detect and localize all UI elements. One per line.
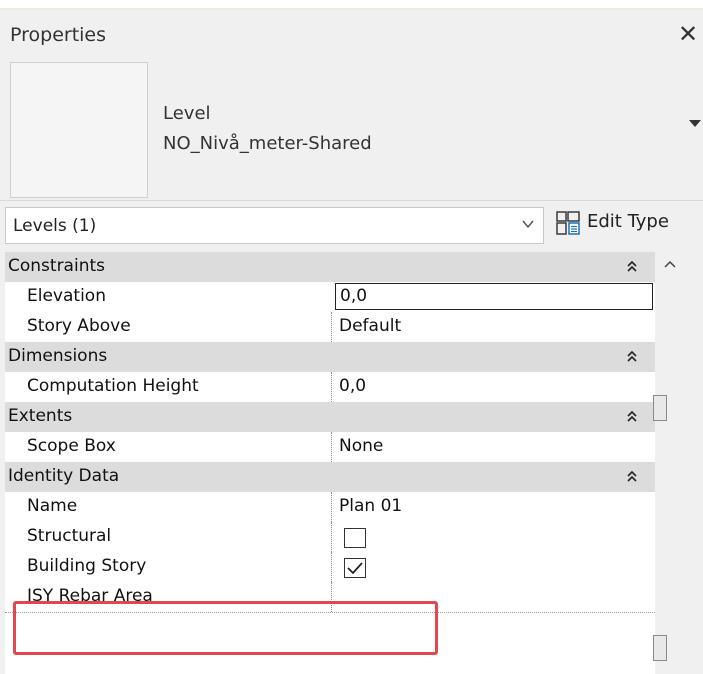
highlight-annotation-box — [13, 601, 438, 655]
column-divider — [331, 492, 332, 522]
collapse-group-icon[interactable] — [625, 468, 639, 486]
property-row-structural[interactable]: Structural — [5, 522, 655, 553]
structural-checkbox[interactable] — [344, 528, 366, 548]
edit-type-label: Edit Type — [587, 211, 669, 232]
property-row-scope-box[interactable]: Scope Box None — [5, 432, 655, 463]
scroll-thumb-lower[interactable] — [653, 635, 667, 661]
collapse-group-icon[interactable] — [625, 408, 639, 426]
dropdown-arrow-icon[interactable] — [689, 120, 701, 127]
building-story-checkbox[interactable] — [344, 558, 366, 578]
palette-title: Properties — [10, 24, 107, 46]
property-row-building-story[interactable]: Building Story — [5, 552, 655, 583]
property-value[interactable]: Default — [339, 316, 401, 336]
property-name: Scope Box — [27, 436, 116, 456]
elevation-input[interactable]: 0,0 — [335, 283, 653, 310]
vertical-scrollbar[interactable] — [655, 252, 685, 674]
property-row-story-above[interactable]: Story Above Default — [5, 312, 655, 343]
scroll-up-icon[interactable] — [663, 258, 677, 272]
group-label: Identity Data — [8, 466, 120, 486]
property-value[interactable]: 0,0 — [339, 376, 366, 396]
column-divider — [331, 312, 332, 342]
type-preview-image — [10, 62, 148, 198]
instance-filter-dropdown[interactable]: Levels (1) — [5, 207, 544, 244]
group-header-extents[interactable]: Extents — [5, 402, 655, 432]
group-header-constraints[interactable]: Constraints — [5, 252, 655, 282]
property-value[interactable]: Plan 01 — [339, 496, 402, 516]
chevron-down-icon — [522, 220, 534, 229]
scroll-thumb[interactable] — [653, 395, 667, 421]
group-label: Constraints — [8, 256, 105, 276]
palette-titlebar: Properties ✕ — [0, 10, 703, 60]
collapse-group-icon[interactable] — [625, 348, 639, 366]
collapse-group-icon[interactable] — [625, 258, 639, 276]
property-value[interactable]: None — [339, 436, 383, 456]
group-label: Extents — [8, 406, 73, 426]
property-row-name[interactable]: Name Plan 01 — [5, 492, 655, 523]
checkbox-checked-icon — [347, 562, 363, 575]
property-name: Building Story — [27, 556, 147, 576]
property-name: Elevation — [27, 286, 106, 306]
group-header-identity-data[interactable]: Identity Data — [5, 462, 655, 492]
property-name: Structural — [27, 526, 112, 546]
properties-palette: Properties ✕ Level NO_Nivå_meter-Shared … — [0, 10, 703, 674]
type-family-label[interactable]: Level — [163, 103, 211, 124]
edit-type-icon — [556, 211, 580, 235]
column-divider — [331, 432, 332, 462]
group-label: Dimensions — [8, 346, 108, 366]
instance-filter-row: Levels (1) Edit Type — [0, 200, 703, 249]
column-divider — [331, 522, 332, 552]
column-divider — [331, 552, 332, 582]
top-divider — [0, 0, 703, 10]
type-name-label[interactable]: NO_Nivå_meter-Shared — [163, 133, 372, 154]
property-row-elevation[interactable]: Elevation 0,0 — [5, 282, 655, 313]
group-header-dimensions[interactable]: Dimensions — [5, 342, 655, 372]
property-row-computation-height[interactable]: Computation Height 0,0 — [5, 372, 655, 403]
property-name: Name — [27, 496, 78, 516]
close-icon[interactable]: ✕ — [675, 20, 701, 50]
instance-filter-label: Levels (1) — [13, 216, 97, 236]
property-name: Computation Height — [27, 376, 199, 396]
property-name: Story Above — [27, 316, 131, 336]
column-divider — [331, 372, 332, 402]
elevation-value: 0,0 — [340, 286, 368, 306]
